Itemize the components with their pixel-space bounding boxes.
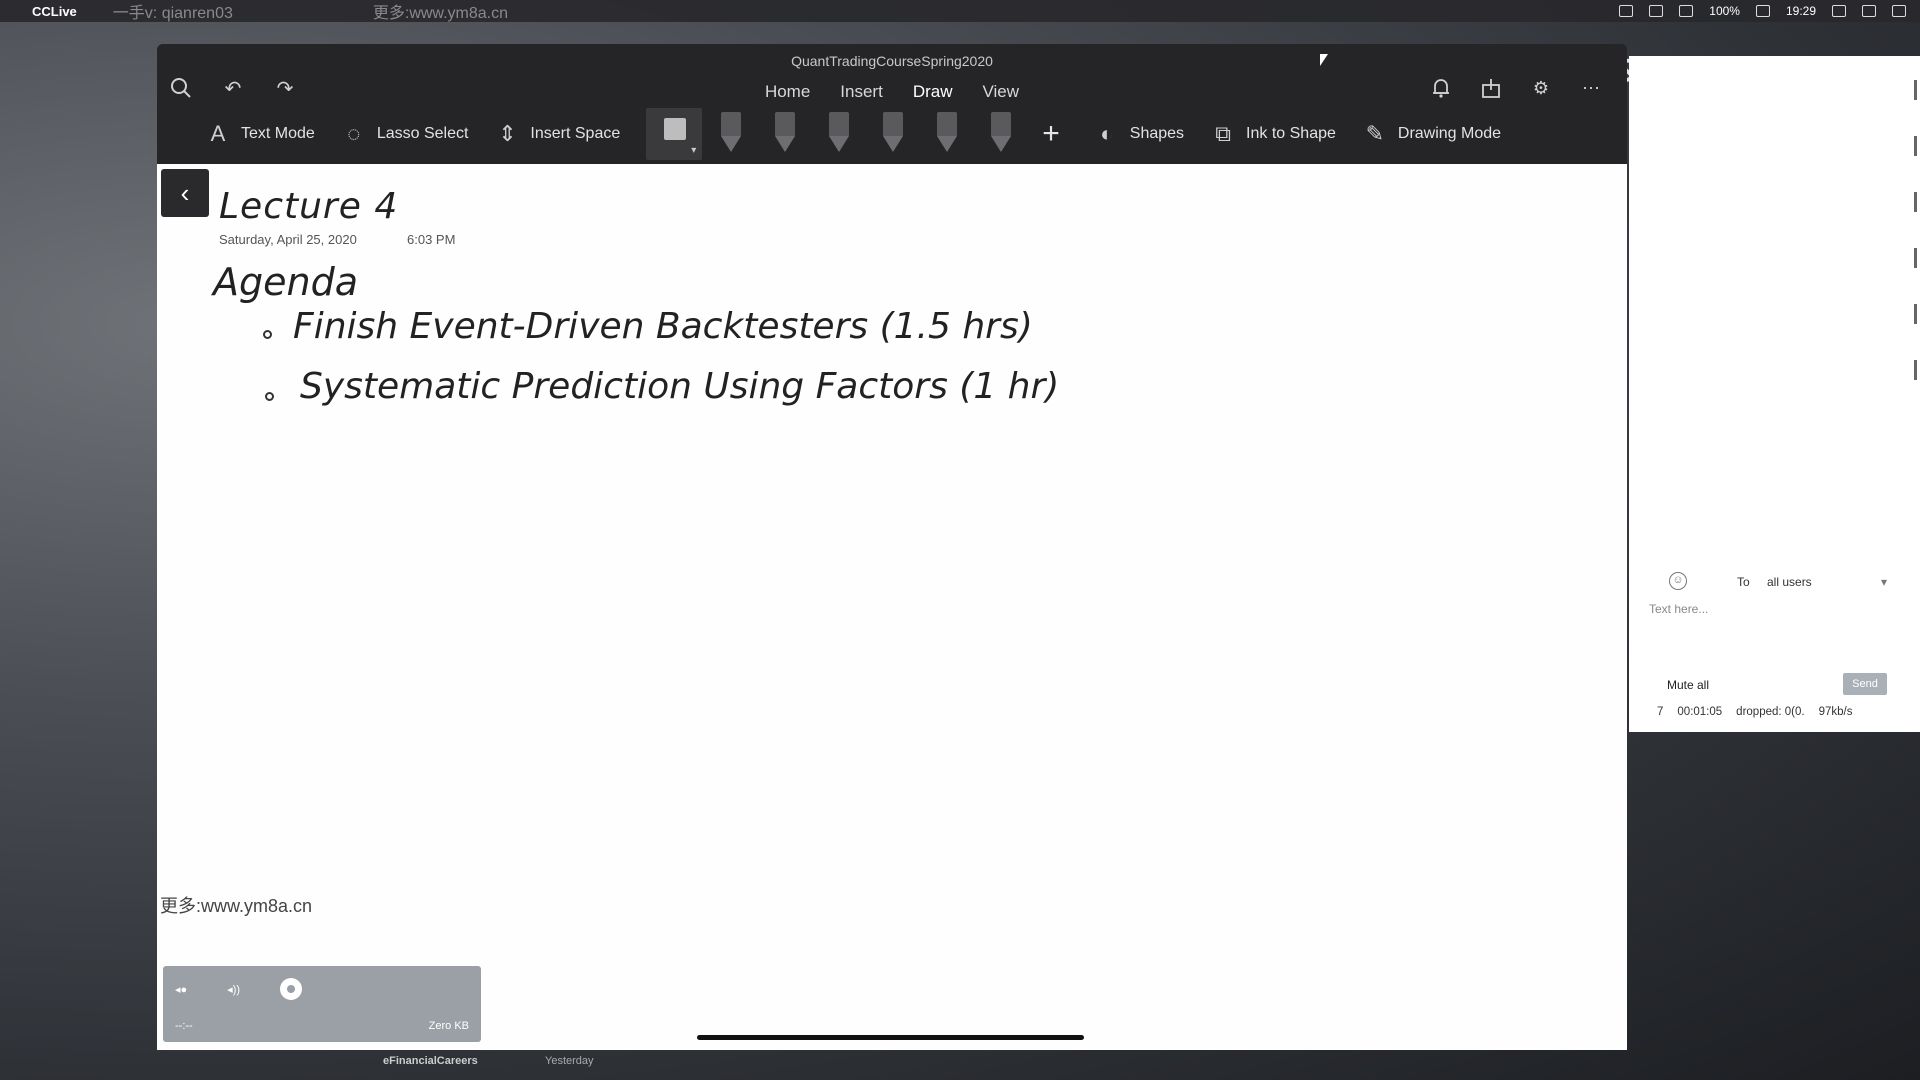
shapes-button[interactable]: ◐ Shapes	[1094, 121, 1184, 147]
share-icon[interactable]	[1477, 74, 1505, 102]
to-label: To	[1737, 575, 1750, 589]
watermark-url: 更多:www.ym8a.cn	[372, 5, 509, 22]
tab-draw[interactable]: Draw	[913, 80, 953, 104]
background-label-b: Yesterday	[545, 1055, 594, 1067]
draw-toolbar: A Text Mode ◌ Lasso Select ⇕ Insert Spac…	[157, 106, 1627, 162]
text-mode-label: Text Mode	[241, 125, 315, 142]
chevron-down-icon: ▾	[1880, 575, 1887, 589]
more-icon[interactable]: ⋯	[1577, 74, 1605, 102]
battery-icon[interactable]	[1755, 5, 1770, 17]
audio-controls: ◂● ◂))	[175, 978, 303, 1000]
insert-space-icon: ⇕	[498, 121, 517, 146]
ribbon-tabs: Home Insert Draw View	[157, 80, 1627, 104]
ink-to-shape-icon: ⧉	[1215, 121, 1231, 146]
page-date: Saturday, April 25, 2020	[219, 232, 357, 247]
stat-count: 7	[1657, 706, 1664, 718]
clock[interactable]: 19:29	[1786, 4, 1816, 18]
shapes-icon: ◐	[1100, 121, 1114, 146]
lasso-select-button[interactable]: ◌ Lasso Select	[341, 121, 469, 147]
chat-input[interactable]: Text here...	[1649, 602, 1708, 616]
agenda-item[interactable]: Finish Event-Driven Backtesters (1.5 hrs…	[293, 306, 1033, 347]
note-page[interactable]: ‹ Lecture 4 Saturday, April 25, 2020 6:0…	[157, 164, 1627, 1050]
agenda-heading[interactable]: Agenda	[213, 260, 358, 304]
pen-4[interactable]	[932, 112, 962, 156]
watermark-text: 一手v: qianren03	[112, 5, 233, 22]
tab-home[interactable]: Home	[765, 80, 810, 104]
page-title[interactable]: Lecture 4	[219, 186, 398, 227]
airplay-icon[interactable]	[1679, 5, 1694, 17]
pen-3[interactable]	[824, 112, 854, 156]
record-button[interactable]	[280, 978, 303, 1000]
onenote-window: QuantTradingCourseSpring2020 ↶ ↷ Home In…	[157, 44, 1627, 1050]
status-area: 100% 19:29	[1619, 4, 1906, 18]
ink-to-shape-button[interactable]: ⧉ Ink to Shape	[1210, 121, 1336, 147]
eraser-icon	[664, 118, 687, 140]
shapes-label: Shapes	[1129, 125, 1185, 142]
tab-insert[interactable]: Insert	[840, 80, 883, 104]
stat-elapsed: 00:01:05	[1677, 706, 1723, 718]
drawing-mode-icon: ✎	[1365, 121, 1385, 146]
watermark-url: 更多:www.ym8a.cn	[160, 896, 313, 916]
drawing-mode-label: Drawing Mode	[1397, 125, 1502, 142]
stat-rate: 97kb/s	[1818, 706, 1853, 718]
volume-icon[interactable]	[1649, 5, 1664, 17]
back-button[interactable]: ‹	[161, 169, 209, 217]
insert-space-button[interactable]: ⇕ Insert Space	[494, 121, 620, 147]
top-right-actions: ⚙ ⋯	[1427, 74, 1605, 102]
tab-view[interactable]: View	[983, 80, 1020, 104]
spotlight-icon[interactable]	[1862, 5, 1876, 17]
background-window: eFinancialCareers Yesterday	[218, 1050, 1618, 1080]
mic-icon[interactable]: ◂●	[175, 983, 187, 996]
insert-space-label: Insert Space	[530, 125, 621, 142]
mouse-cursor	[1320, 54, 1328, 66]
stat-dropped: dropped: 0(0.	[1736, 706, 1805, 718]
control-center-icon[interactable]	[1892, 5, 1906, 17]
home-indicator[interactable]	[697, 1035, 1084, 1040]
document-title: QuantTradingCourseSpring2020	[791, 53, 993, 69]
mute-all-button[interactable]: Mute all	[1667, 678, 1709, 692]
background-label-a: eFinancialCareers	[383, 1055, 478, 1067]
chevron-down-icon: ▾	[691, 145, 697, 156]
menu-bar: CCLive 一手v: qianren03 更多:www.ym8a.cn 100…	[0, 0, 1920, 22]
audio-panel: ◂● ◂)) --:-- Zero KB	[163, 966, 481, 1042]
pen-5[interactable]	[986, 112, 1016, 156]
speaker-icon[interactable]: ◂))	[227, 983, 240, 996]
recipient-select[interactable]: all users ▾	[1767, 575, 1887, 589]
chat-panel: ☺ To all users ▾ Text here... Mute all S…	[1629, 56, 1920, 732]
pen-2[interactable]	[770, 112, 800, 156]
settings-icon[interactable]: ⚙	[1527, 74, 1555, 102]
title-bar: QuantTradingCourseSpring2020 ↶ ↷ Home In…	[157, 44, 1627, 164]
lasso-icon: ◌	[347, 121, 361, 146]
page-time: 6:03 PM	[407, 232, 456, 247]
agenda-item[interactable]: Systematic Prediction Using Factors (1 h…	[300, 366, 1059, 407]
highlighter-1[interactable]	[878, 112, 908, 156]
eraser-selector[interactable]: ▾	[646, 108, 703, 160]
emoji-icon[interactable]: ☺	[1669, 572, 1687, 590]
user-icon[interactable]	[1832, 5, 1846, 17]
ink-to-shape-label: Ink to Shape	[1246, 125, 1336, 142]
text-icon: A	[210, 121, 226, 146]
audio-size: Zero KB	[428, 1020, 469, 1032]
audio-timer: --:--	[175, 1020, 193, 1032]
bullet-2	[265, 392, 274, 401]
drawing-mode-button[interactable]: ✎ Drawing Mode	[1362, 121, 1501, 147]
pen-set	[716, 112, 1016, 156]
bell-icon[interactable]	[1427, 74, 1455, 102]
bullet-1	[263, 330, 272, 339]
wifi-icon[interactable]	[1619, 5, 1634, 17]
recipient-value: all users	[1767, 575, 1812, 589]
add-pen-button[interactable]: +	[1042, 117, 1060, 151]
battery-percent: 100%	[1709, 4, 1740, 18]
edge-marks	[1914, 80, 1920, 440]
text-mode-button[interactable]: A Text Mode	[205, 121, 315, 147]
lasso-select-label: Lasso Select	[376, 125, 469, 142]
stream-stats: 7 00:01:05 dropped: 0(0. 97kb/s	[1657, 706, 1852, 718]
app-name[interactable]: CCLive	[32, 4, 77, 19]
send-button[interactable]: Send	[1843, 673, 1887, 695]
pen-1[interactable]	[716, 112, 746, 156]
